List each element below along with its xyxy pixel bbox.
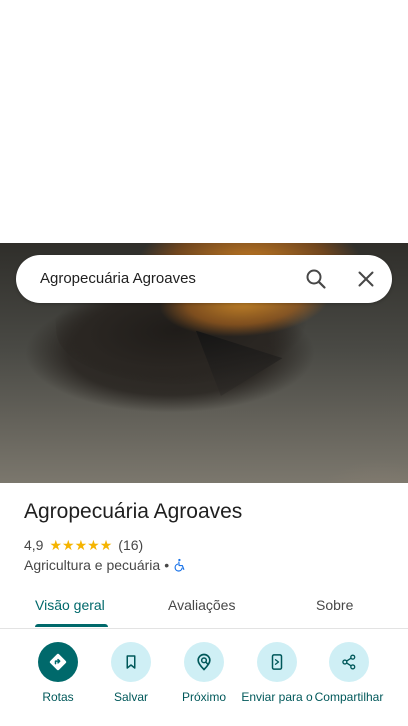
directions-label: Rotas (42, 690, 74, 704)
save-label: Salvar (113, 690, 148, 704)
star-icon: ★ (74, 537, 88, 553)
nearby-icon (197, 653, 211, 671)
rating-row[interactable]: 4,9 ★ ★ ★ ★ ★ (16) (24, 536, 143, 554)
send-to-phone-button[interactable]: Enviar para o (237, 642, 317, 704)
star-icon: ★ (62, 537, 75, 553)
send-to-phone-label: Enviar para o (241, 690, 313, 704)
star-icon: ★ (87, 537, 100, 553)
directions-icon (49, 653, 67, 671)
share-label: Compartilhar (314, 690, 384, 704)
place-title: Agropecuária Agroaves (24, 500, 243, 523)
search-input[interactable]: Agropecuária Agroaves (40, 255, 196, 303)
directions-circle (38, 642, 78, 682)
tab-about[interactable]: Sobre (316, 584, 353, 626)
active-tab-indicator (35, 624, 108, 627)
search-icon[interactable] (304, 267, 328, 291)
star-rating: ★ ★ ★ ★ ★ (49, 538, 112, 552)
save-button[interactable]: Salvar (91, 642, 171, 704)
separator-dot: • (164, 557, 170, 573)
map-blank-area (0, 0, 408, 243)
share-button[interactable]: Compartilhar (309, 642, 389, 704)
nearby-button[interactable]: Próximo (164, 642, 244, 704)
save-circle (111, 642, 151, 682)
category-row: Agricultura e pecuária • (24, 556, 187, 574)
star-icon: ★ (49, 537, 63, 553)
category-label: Agricultura e pecuária (24, 557, 161, 573)
rating-value: 4,9 (24, 537, 44, 553)
send-to-phone-icon (271, 654, 283, 670)
review-count: (16) (118, 537, 144, 553)
tab-reviews[interactable]: Avaliações (168, 584, 235, 626)
place-tabs: Visão geral Avaliações Sobre (0, 584, 408, 629)
search-bar[interactable]: Agropecuária Agroaves (16, 255, 392, 303)
share-circle (329, 642, 369, 682)
tab-overview[interactable]: Visão geral (35, 584, 105, 626)
wheelchair-accessible-icon (174, 558, 185, 572)
close-icon[interactable] (354, 267, 378, 291)
send-to-phone-circle (257, 642, 297, 682)
directions-button[interactable]: Rotas (18, 642, 98, 704)
nearby-circle (184, 642, 224, 682)
share-icon (342, 654, 356, 670)
star-icon: ★ (99, 537, 113, 553)
bookmark-icon (126, 655, 136, 669)
nearby-label: Próximo (181, 690, 226, 704)
